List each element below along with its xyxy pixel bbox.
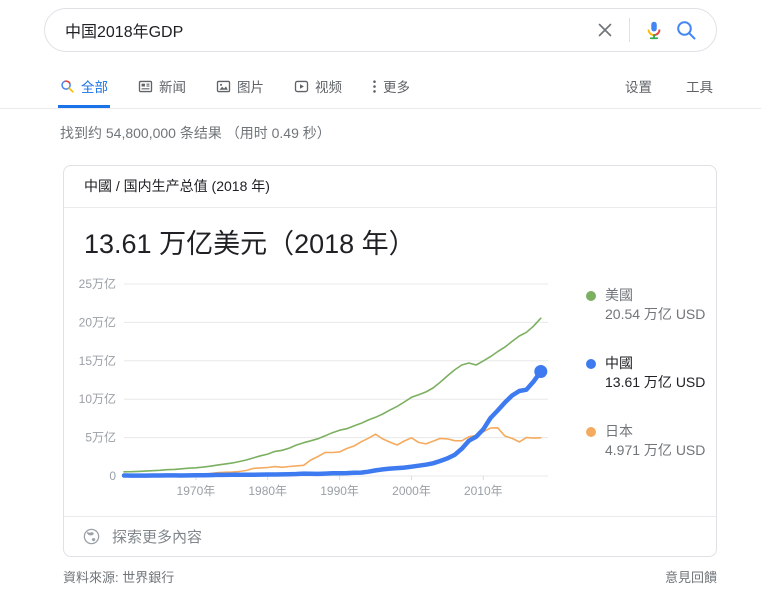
- images-icon: [216, 79, 231, 94]
- x-axis-label: 1980年: [248, 484, 287, 498]
- legend-item-china[interactable]: 中國 13.61 万亿 USD: [586, 354, 705, 392]
- voice-search-button[interactable]: [638, 14, 670, 46]
- search-submit-button[interactable]: [670, 14, 702, 46]
- china-series-dot-icon: [586, 359, 596, 369]
- microphone-icon: [643, 19, 665, 41]
- tab-label: 新闻: [159, 76, 186, 96]
- x-axis-label: 2010年: [464, 484, 503, 498]
- y-axis-label: 15万亿: [79, 353, 116, 368]
- tools-button[interactable]: 工具: [686, 70, 713, 108]
- x-axis-label: 2000年: [392, 484, 431, 498]
- y-axis-label: 10万亿: [79, 391, 116, 406]
- tab-label: 视频: [315, 76, 342, 96]
- videos-icon: [294, 79, 309, 94]
- series-end-dot: [534, 365, 547, 378]
- tab-news[interactable]: 新闻: [136, 70, 188, 108]
- source-row: 資料來源: 世界銀行 意見回饋: [63, 567, 717, 586]
- result-stats: 找到约 54,800,000 条结果 （用时 0.49 秒）: [60, 123, 761, 143]
- series-line-中國: [124, 372, 541, 476]
- more-vert-icon: [372, 79, 377, 94]
- news-icon: [138, 79, 153, 94]
- tab-all[interactable]: 全部: [58, 70, 110, 108]
- legend-name: 美國: [605, 286, 705, 305]
- x-axis-label: 1970年: [177, 484, 216, 498]
- legend-item-japan[interactable]: 日本 4.971 万亿 USD: [586, 422, 705, 460]
- close-icon: [594, 19, 616, 41]
- clear-search-button[interactable]: [589, 14, 621, 46]
- y-axis-label: 25万亿: [79, 276, 116, 291]
- search-input[interactable]: [65, 21, 589, 39]
- x-axis-label: 1990年: [320, 484, 359, 498]
- legend-name: 中國: [605, 354, 705, 373]
- y-axis-label: 5万亿: [85, 430, 116, 445]
- search-bar[interactable]: [44, 8, 717, 52]
- legend-item-usa[interactable]: 美國 20.54 万亿 USD: [586, 286, 705, 324]
- tab-label: 更多: [383, 76, 410, 96]
- chart-area: 0 5万亿 10万亿 15万亿 20万亿 25万亿 1970年 1980年 1990年 2000年…: [64, 260, 716, 516]
- chart-legend: 美國 20.54 万亿 USD 中國 13.61 万亿 USD 日本 4.971…: [560, 272, 705, 510]
- search-icon: [674, 18, 698, 42]
- series-line-美國: [124, 318, 541, 472]
- tab-more[interactable]: 更多: [370, 70, 412, 108]
- japan-series-dot-icon: [586, 427, 596, 437]
- gdp-headline: 13.61 万亿美元（2018 年）: [84, 228, 696, 260]
- y-axis-label: 20万亿: [79, 314, 116, 329]
- legend-name: 日本: [605, 422, 705, 441]
- globe-icon: [82, 527, 101, 546]
- explore-more-button[interactable]: 探索更多內容: [64, 516, 716, 556]
- gdp-knowledge-card: 中國 / 国内生产总值 (2018 年) 13.61 万亿美元（2018 年） …: [63, 165, 717, 557]
- breadcrumb: 中國 / 国内生产总值 (2018 年): [64, 166, 716, 208]
- settings-button[interactable]: 设置: [625, 70, 652, 108]
- feedback-link[interactable]: 意見回饋: [665, 567, 717, 586]
- usa-series-dot-icon: [586, 291, 596, 301]
- tab-images[interactable]: 图片: [214, 70, 266, 108]
- search-bar-divider: [629, 18, 630, 42]
- gdp-line-chart[interactable]: 0 5万亿 10万亿 15万亿 20万亿 25万亿 1970年 1980年 1990年 2000年…: [74, 272, 560, 510]
- search-icon: [60, 79, 75, 94]
- tab-label: 全部: [81, 76, 108, 96]
- legend-value: 13.61 万亿 USD: [605, 373, 705, 392]
- result-tabs: 全部 新闻 图片 视频 更多 设置 工具: [0, 70, 761, 109]
- legend-value: 4.971 万亿 USD: [605, 441, 705, 460]
- y-axis-label: 0: [109, 469, 116, 483]
- tab-label: 图片: [237, 76, 264, 96]
- explore-more-label: 探索更多內容: [112, 526, 202, 547]
- tab-videos[interactable]: 视频: [292, 70, 344, 108]
- legend-value: 20.54 万亿 USD: [605, 305, 705, 324]
- data-source-label: 資料來源: 世界銀行: [63, 567, 174, 586]
